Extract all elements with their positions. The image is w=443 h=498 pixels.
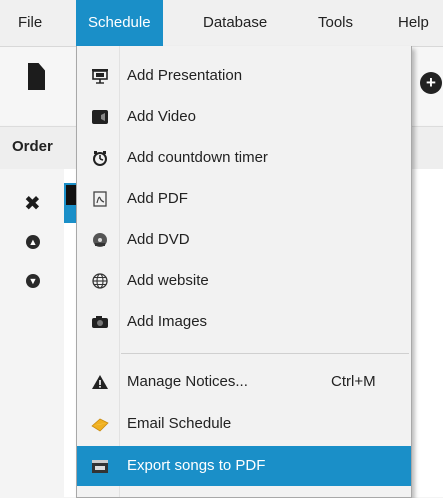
- schedule-dropdown-menu: Add Presentation Add Video Add countdown…: [76, 46, 412, 498]
- menu-schedule[interactable]: Schedule: [76, 0, 163, 46]
- menu-item-shortcut: Ctrl+M: [331, 373, 376, 390]
- menu-item-label: Manage Notices...: [127, 373, 248, 390]
- menu-item-label: Add Presentation: [127, 67, 243, 84]
- globe-icon: [91, 273, 109, 289]
- menu-item-label: Add PDF: [127, 190, 188, 207]
- export-pdf-icon: [91, 458, 109, 474]
- move-up-icon[interactable]: ▲: [26, 235, 40, 249]
- dvd-icon: [91, 232, 109, 248]
- move-down-icon[interactable]: ▼: [26, 274, 40, 288]
- warning-icon: [91, 374, 109, 390]
- menu-item-label: Add Images: [127, 313, 208, 330]
- menu-item-add-video[interactable]: Add Video: [77, 97, 411, 137]
- menu-item-label: Add website: [127, 272, 209, 289]
- presentation-icon: [91, 68, 109, 84]
- menu-item-export-songs-to-pdf[interactable]: Export songs to PDF: [77, 446, 411, 486]
- menu-item-manage-notices[interactable]: Manage Notices... Ctrl+M: [77, 362, 411, 402]
- menu-item-add-images[interactable]: Add Images: [77, 302, 411, 342]
- order-label: Order: [12, 138, 53, 155]
- menu-bar: File Schedule Database Tools Help: [0, 0, 443, 47]
- menu-file[interactable]: File: [18, 0, 42, 46]
- menu-item-add-countdown-timer[interactable]: Add countdown timer: [77, 138, 411, 178]
- menu-database[interactable]: Database: [203, 0, 267, 46]
- menu-item-add-dvd[interactable]: Add DVD: [77, 220, 411, 260]
- video-icon: [91, 109, 109, 125]
- menu-help[interactable]: Help: [398, 0, 429, 46]
- pdf-icon: [91, 191, 109, 207]
- menu-item-label: Add Video: [127, 108, 196, 125]
- email-icon: [91, 416, 109, 432]
- menu-item-add-website[interactable]: Add website: [77, 261, 411, 301]
- add-icon[interactable]: +: [420, 72, 442, 94]
- menu-item-add-pdf[interactable]: Add PDF: [77, 179, 411, 219]
- timer-icon: [91, 150, 109, 166]
- side-controls: [0, 169, 64, 497]
- menu-item-label: Add DVD: [127, 231, 190, 248]
- menu-tools[interactable]: Tools: [318, 0, 353, 46]
- menu-item-add-presentation[interactable]: Add Presentation: [77, 56, 411, 96]
- camera-icon: [91, 314, 109, 330]
- menu-item-label: Export songs to PDF: [127, 457, 266, 474]
- menu-item-label: Email Schedule: [127, 415, 232, 432]
- remove-icon[interactable]: ✖: [24, 194, 41, 214]
- row-thumbnail: [66, 185, 76, 205]
- menu-item-label: Add countdown timer: [127, 149, 268, 166]
- menu-item-email-schedule[interactable]: Email Schedule: [77, 404, 411, 444]
- menu-separator: [121, 353, 409, 354]
